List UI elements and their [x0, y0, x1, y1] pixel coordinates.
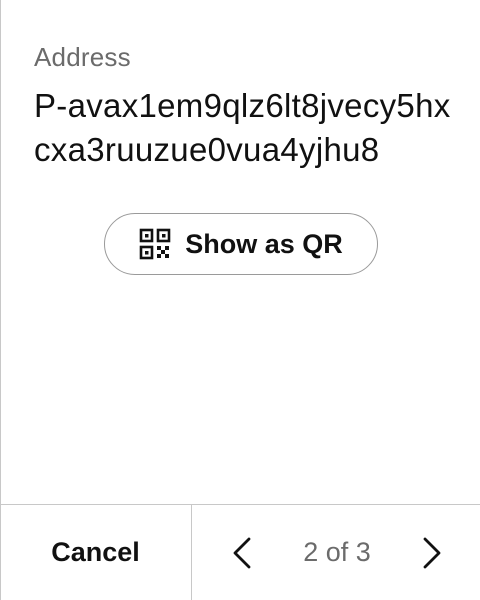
- address-value: P-avax1em9qlz6lt8jvecy5hxcxa3ruuzue0vua4…: [34, 87, 451, 168]
- cancel-button[interactable]: Cancel: [0, 505, 192, 600]
- show-as-qr-button[interactable]: Show as QR: [104, 213, 378, 275]
- address-label: Address: [34, 42, 131, 72]
- show-as-qr-label: Show as QR: [185, 228, 343, 259]
- page-indicator: 2 of 3: [303, 537, 371, 567]
- qr-code-icon: [139, 228, 171, 260]
- address-section: Address P-avax1em9qlz6lt8jvecy5hxcxa3ruu…: [34, 40, 454, 172]
- chevron-right-icon[interactable]: [418, 533, 446, 573]
- pagination: 2 of 3: [192, 505, 480, 600]
- chevron-left-icon[interactable]: [228, 533, 256, 573]
- footer-bar: Cancel 2 of 3: [0, 504, 480, 600]
